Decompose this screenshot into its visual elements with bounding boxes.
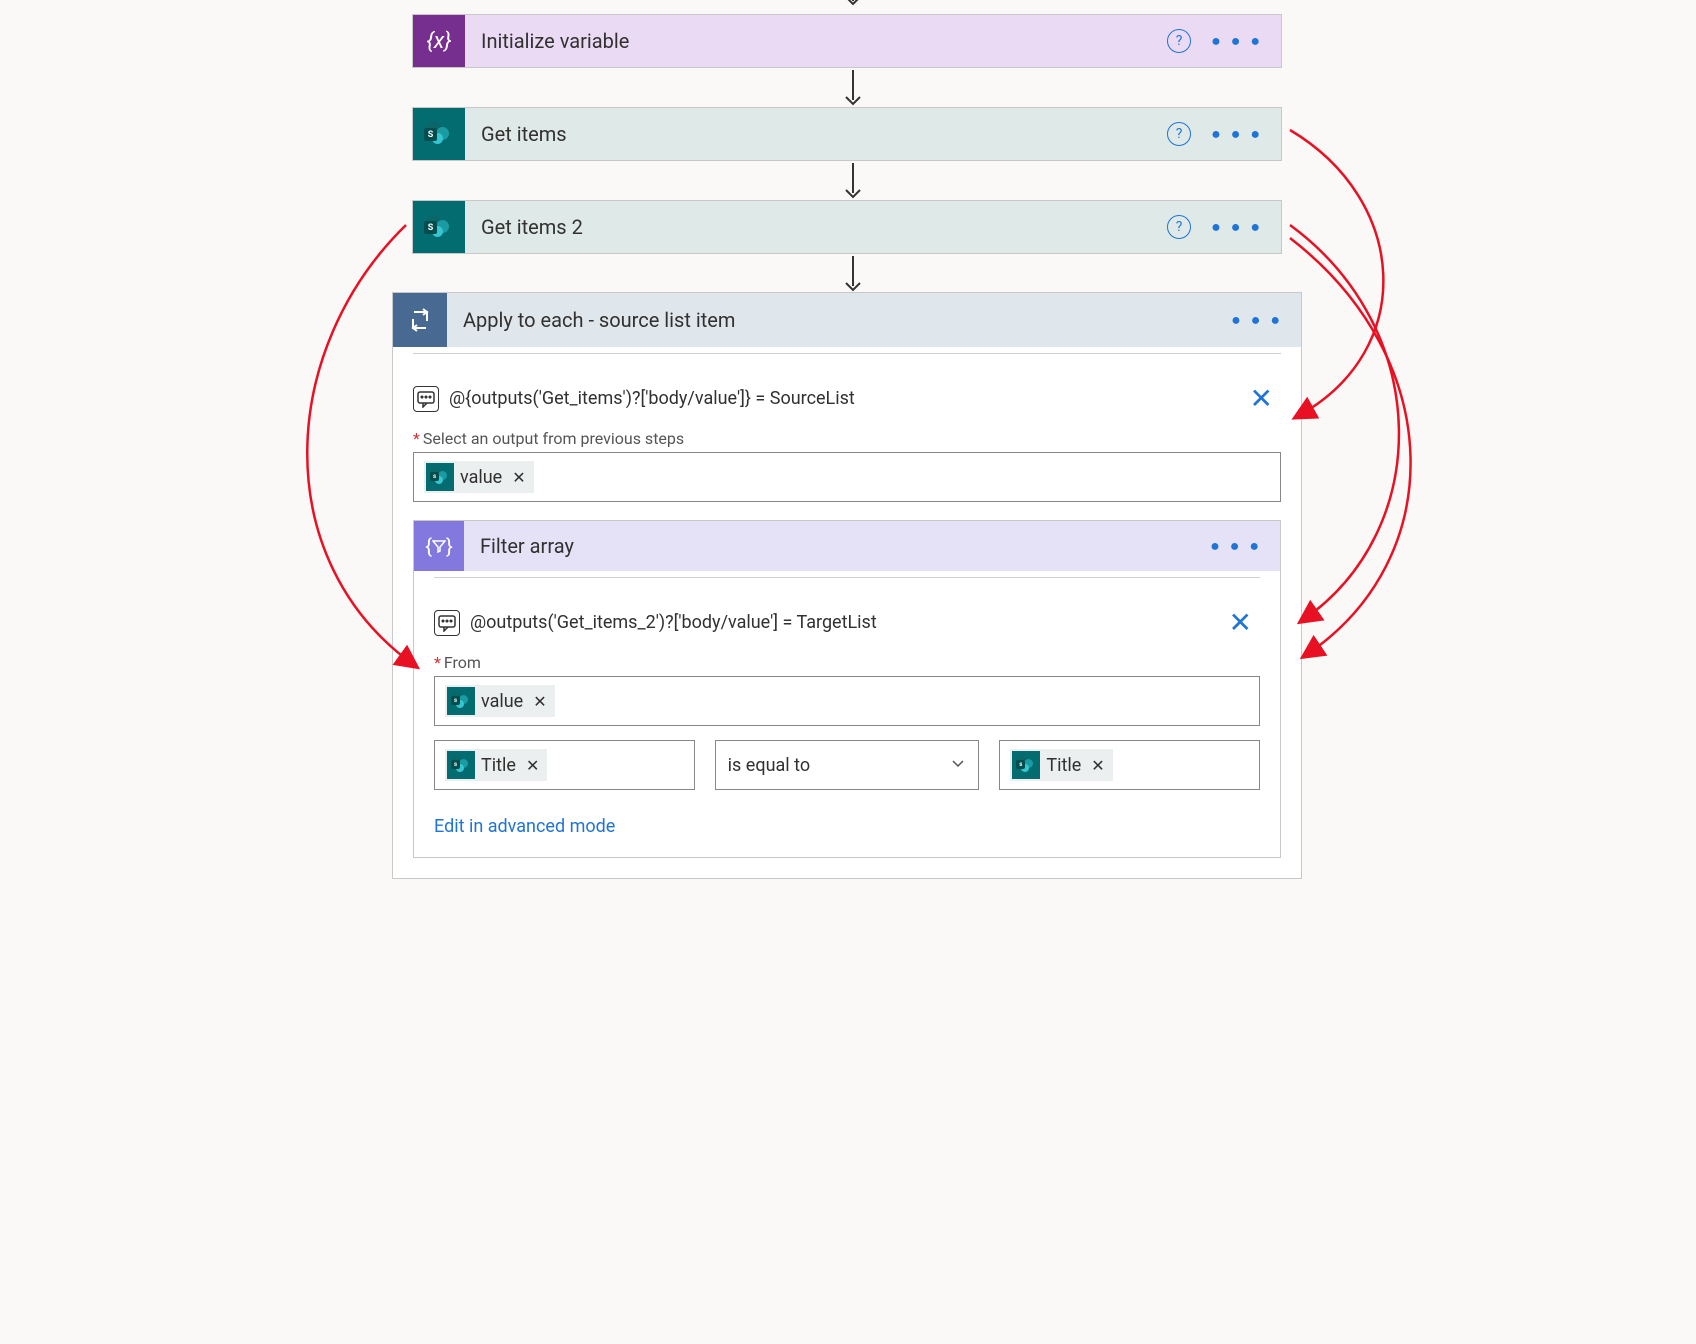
card-title: Initialize variable	[481, 29, 1167, 53]
condition-right-input[interactable]: s Title ✕	[999, 740, 1260, 790]
sharepoint-icon: s	[426, 463, 454, 491]
card-title: Get items 2	[481, 215, 1167, 239]
comment-icon	[413, 386, 439, 412]
token-remove-icon[interactable]: ✕	[1091, 756, 1104, 775]
help-icon[interactable]: ?	[1167, 29, 1191, 53]
sharepoint-icon: s	[447, 687, 475, 715]
sharepoint-icon: S	[413, 108, 465, 160]
flow-arrow-icon	[844, 256, 862, 294]
more-menu-icon[interactable]: ● ● ●	[1204, 532, 1268, 560]
token-remove-icon[interactable]: ✕	[512, 468, 525, 487]
flow-arrow-icon	[844, 163, 862, 201]
condition-left-input[interactable]: s Title ✕	[434, 740, 695, 790]
loop-icon	[393, 293, 447, 347]
more-menu-icon[interactable]: ● ● ●	[1205, 213, 1269, 241]
field-label: *Select an output from previous steps	[413, 429, 1281, 448]
close-icon[interactable]: ✕	[1229, 606, 1260, 639]
token-value[interactable]: s value ✕	[424, 461, 534, 493]
token-remove-icon[interactable]: ✕	[533, 692, 546, 711]
card-title: Apply to each - source list item	[463, 308, 1225, 332]
comment-row: @outputs('Get_items_2')?['body/value'] =…	[434, 606, 1260, 639]
card-get-items[interactable]: S Get items ? ● ● ●	[412, 107, 1282, 161]
sharepoint-icon: S	[413, 201, 465, 253]
card-apply-to-each[interactable]: Apply to each - source list item ● ● ● @…	[392, 292, 1302, 879]
select-output-input[interactable]: s value ✕	[413, 452, 1281, 502]
advanced-mode-link[interactable]: Edit in advanced mode	[434, 816, 1260, 837]
comment-text: @outputs('Get_items_2')?['body/value'] =…	[470, 612, 877, 633]
comment-icon	[434, 610, 460, 636]
help-icon[interactable]: ?	[1167, 122, 1191, 146]
field-label: *From	[434, 653, 1260, 672]
chevron-down-icon	[950, 755, 966, 776]
condition-operator-select[interactable]: is equal to	[715, 740, 980, 790]
token-remove-icon[interactable]: ✕	[526, 756, 539, 775]
token-title-left[interactable]: s Title ✕	[445, 749, 547, 781]
sharepoint-icon: s	[1012, 751, 1040, 779]
card-title: Get items	[481, 122, 1167, 146]
card-initialize-variable[interactable]: {x} Initialize variable ? ● ● ●	[412, 14, 1282, 68]
more-menu-icon[interactable]: ● ● ●	[1225, 306, 1289, 334]
from-input[interactable]: s value ✕	[434, 676, 1260, 726]
more-menu-icon[interactable]: ● ● ●	[1205, 27, 1269, 55]
help-icon[interactable]: ?	[1167, 215, 1191, 239]
more-menu-icon[interactable]: ● ● ●	[1205, 120, 1269, 148]
token-value[interactable]: s value ✕	[445, 685, 555, 717]
card-title: Filter array	[480, 534, 1204, 558]
flow-arrow-icon	[844, 70, 862, 108]
comment-row: @{outputs('Get_items')?['body/value']} =…	[413, 382, 1281, 415]
close-icon[interactable]: ✕	[1250, 382, 1281, 415]
filter-icon: { }	[414, 521, 464, 571]
comment-text: @{outputs('Get_items')?['body/value']} =…	[449, 388, 855, 409]
card-filter-array[interactable]: { } Filter array ● ● ● @out	[413, 520, 1281, 858]
token-title-right[interactable]: s Title ✕	[1010, 749, 1112, 781]
flow-arrow-icon	[844, 0, 862, 8]
card-get-items-2[interactable]: S Get items 2 ? ● ● ●	[412, 200, 1282, 254]
variable-icon: {x}	[413, 15, 465, 67]
sharepoint-icon: s	[447, 751, 475, 779]
